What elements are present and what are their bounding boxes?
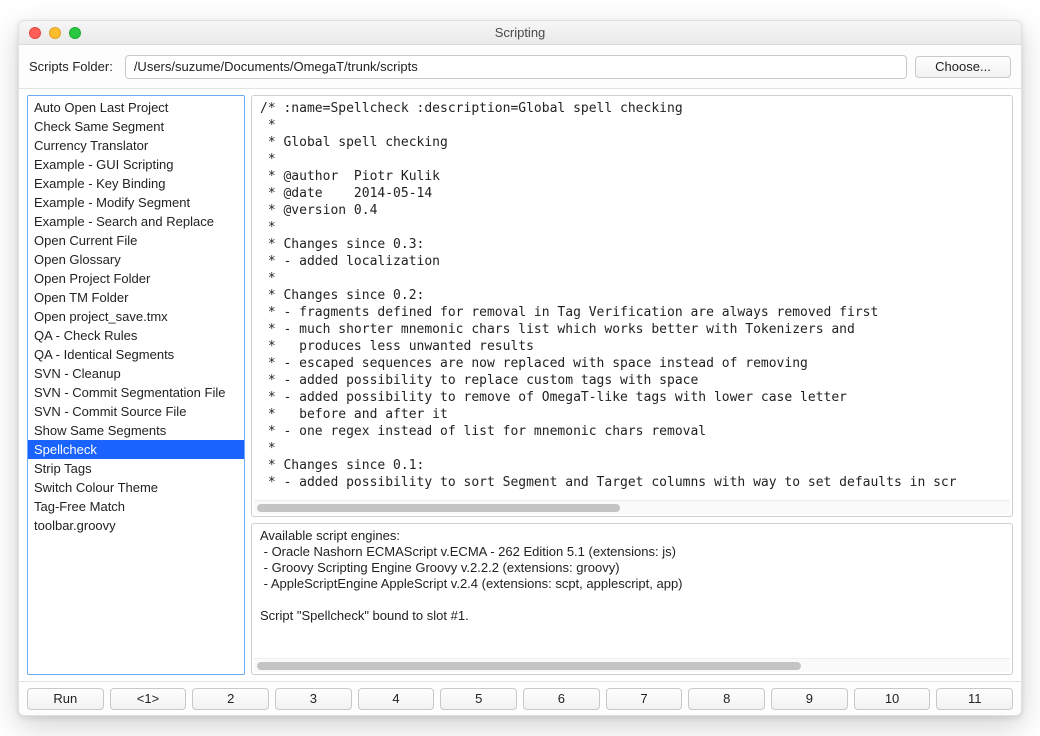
scripts-folder-label: Scripts Folder: — [29, 59, 113, 74]
script-list-item[interactable]: SVN - Commit Segmentation File — [28, 383, 244, 402]
script-list-item[interactable]: Example - Key Binding — [28, 174, 244, 193]
script-list-item[interactable]: SVN - Commit Source File — [28, 402, 244, 421]
script-list-item[interactable]: Open Project Folder — [28, 269, 244, 288]
script-editor-pane: /* :name=Spellcheck :description=Global … — [251, 95, 1013, 517]
script-list-item[interactable]: Example - Search and Replace — [28, 212, 244, 231]
script-list-item[interactable]: Open Glossary — [28, 250, 244, 269]
slot-button-5[interactable]: 5 — [440, 688, 517, 710]
slot-button-10[interactable]: 10 — [854, 688, 931, 710]
script-list-item[interactable]: Example - Modify Segment — [28, 193, 244, 212]
slot-button-4[interactable]: 4 — [358, 688, 435, 710]
script-list-item[interactable]: Spellcheck — [28, 440, 244, 459]
script-list-item[interactable]: Auto Open Last Project — [28, 98, 244, 117]
script-source[interactable]: /* :name=Spellcheck :description=Global … — [260, 100, 1010, 491]
scripts-folder-path[interactable] — [125, 55, 907, 79]
console-output[interactable]: Available script engines: - Oracle Nasho… — [254, 526, 1010, 658]
script-list-item[interactable]: Check Same Segment — [28, 117, 244, 136]
close-icon[interactable] — [29, 27, 41, 39]
script-list-item[interactable]: Show Same Segments — [28, 421, 244, 440]
slot-button-3[interactable]: 3 — [275, 688, 352, 710]
script-list-item[interactable]: Tag-Free Match — [28, 497, 244, 516]
titlebar: Scripting — [19, 21, 1021, 45]
slot-button-11[interactable]: 11 — [936, 688, 1013, 710]
slot-button-6[interactable]: 6 — [523, 688, 600, 710]
script-editor[interactable]: /* :name=Spellcheck :description=Global … — [254, 98, 1010, 500]
script-list-item[interactable]: Strip Tags — [28, 459, 244, 478]
slot-button-2[interactable]: 2 — [192, 688, 269, 710]
window-title: Scripting — [495, 25, 546, 40]
footer-buttons: Run <1>23456789 1011 — [19, 681, 1021, 715]
script-list-item[interactable]: Currency Translator — [28, 136, 244, 155]
script-list[interactable]: Auto Open Last ProjectCheck Same Segment… — [27, 95, 245, 675]
zoom-icon[interactable] — [69, 27, 81, 39]
editor-horizontal-scrollbar[interactable] — [254, 500, 1010, 514]
slot-button-8[interactable]: 8 — [688, 688, 765, 710]
console-text: Available script engines: - Oracle Nasho… — [260, 528, 1004, 624]
script-list-item[interactable]: toolbar.groovy — [28, 516, 244, 535]
toolbar: Scripts Folder: Choose... — [19, 45, 1021, 89]
minimize-icon[interactable] — [49, 27, 61, 39]
slot-button-1[interactable]: <1> — [110, 688, 187, 710]
script-list-item[interactable]: Open Current File — [28, 231, 244, 250]
slot-button-7[interactable]: 7 — [606, 688, 683, 710]
script-list-item[interactable]: Example - GUI Scripting — [28, 155, 244, 174]
script-list-item[interactable]: QA - Identical Segments — [28, 345, 244, 364]
console-horizontal-scrollbar[interactable] — [254, 658, 1010, 672]
script-list-item[interactable]: Switch Colour Theme — [28, 478, 244, 497]
script-list-item[interactable]: Open project_save.tmx — [28, 307, 244, 326]
script-list-item[interactable]: Open TM Folder — [28, 288, 244, 307]
script-list-item[interactable]: QA - Check Rules — [28, 326, 244, 345]
scripting-window: Scripting Scripts Folder: Choose... Auto… — [18, 20, 1022, 716]
script-list-item[interactable]: SVN - Cleanup — [28, 364, 244, 383]
choose-folder-button[interactable]: Choose... — [915, 56, 1011, 78]
slot-button-9[interactable]: 9 — [771, 688, 848, 710]
run-button[interactable]: Run — [27, 688, 104, 710]
console-pane: Available script engines: - Oracle Nasho… — [251, 523, 1013, 675]
